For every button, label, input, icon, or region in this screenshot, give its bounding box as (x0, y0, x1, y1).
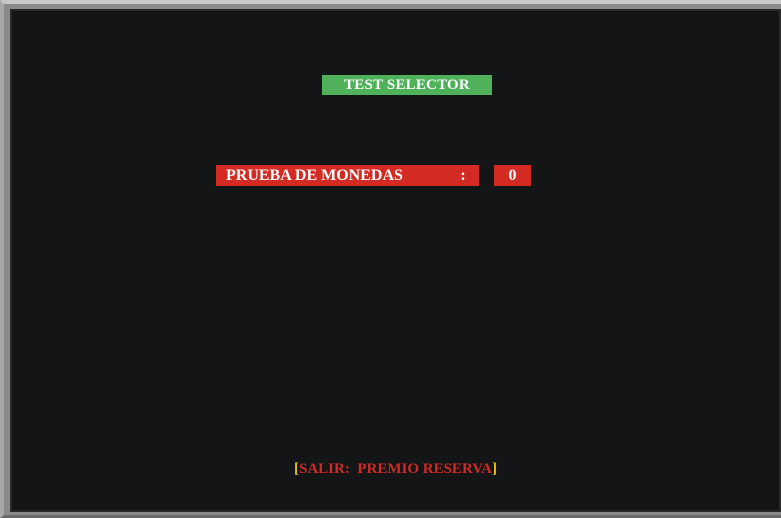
coin-test-value: 0 (494, 165, 531, 186)
exit-instruction: [SALIR: PREMIO RESERVA] (12, 459, 779, 479)
screen-title: TEST SELECTOR (322, 75, 492, 95)
coin-test-label: PRUEBA DE MONEDAS (216, 165, 479, 186)
footer-close-bracket: ] (491, 461, 497, 477)
test-screen: TEST SELECTOR PRUEBA DE MONEDAS : 0 [SAL… (10, 9, 781, 512)
coin-test-separator: : (460, 167, 466, 184)
footer-text: SALIR: PREMIO RESERVA (299, 461, 492, 477)
monitor-bezel: TEST SELECTOR PRUEBA DE MONEDAS : 0 [SAL… (0, 0, 781, 518)
